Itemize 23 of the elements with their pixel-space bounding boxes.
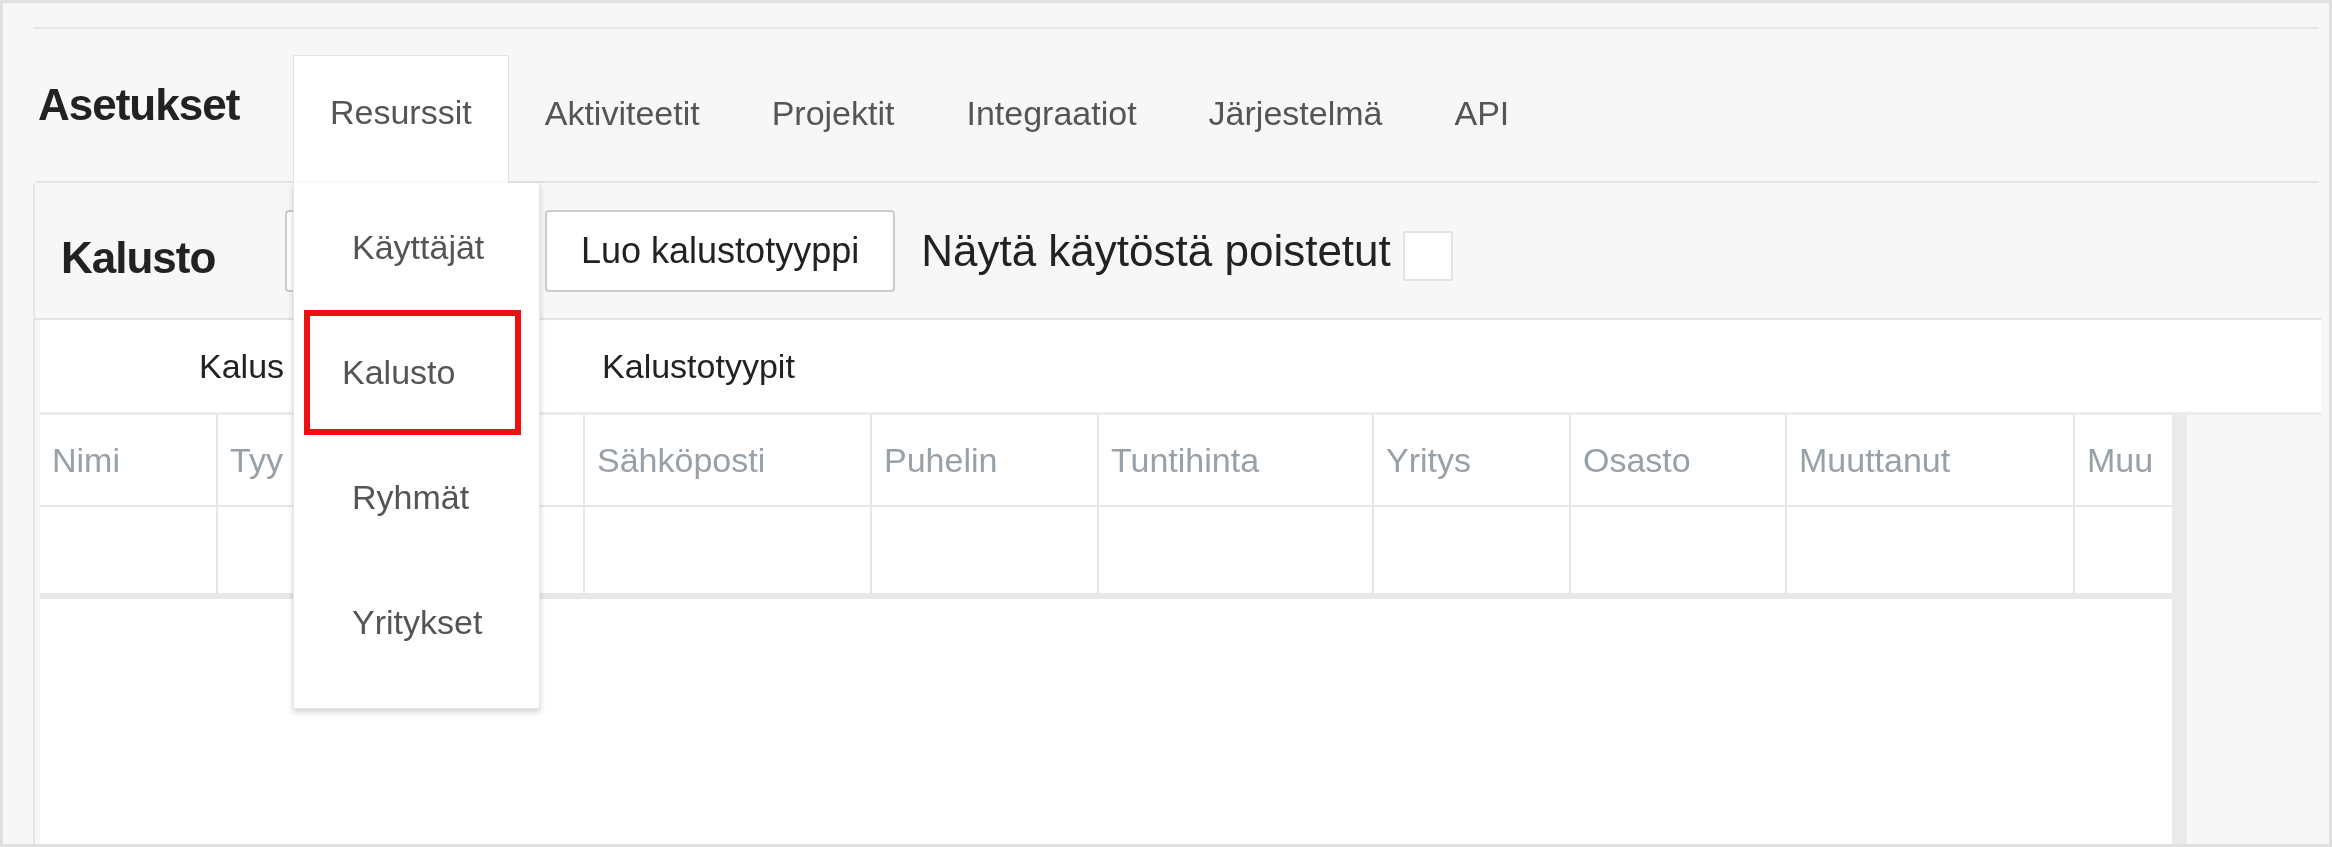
column-header: Sähköposti	[585, 415, 872, 505]
checkbox-label: Näytä käytöstä poistetut	[921, 226, 1391, 276]
checkbox[interactable]	[1402, 231, 1453, 281]
column-header: Osasto	[1571, 415, 1787, 505]
tab[interactable]: API	[1418, 57, 1546, 183]
tab[interactable]: Integraatiot	[930, 57, 1173, 183]
column-header: Muuttanut	[1787, 415, 2075, 505]
column-header: Muu	[2086, 439, 2155, 481]
menu-item[interactable]: Kalusto	[304, 310, 521, 435]
sub-tab[interactable]: Kalus	[199, 346, 285, 386]
page-title: Asetukset	[38, 80, 241, 130]
sub-tab[interactable]: Kalustotyypit	[602, 346, 795, 386]
column-header: Nimi	[40, 415, 218, 505]
scrollbar[interactable]	[2172, 415, 2187, 844]
create-button[interactable]: Luo kalustotyyppi	[545, 210, 896, 292]
column-header: Puhelin	[872, 415, 1099, 505]
panel-title: Kalusto	[61, 232, 217, 283]
tab[interactable]: Aktiviteetit	[508, 57, 736, 183]
column-header: Tuntihinta	[1099, 415, 1374, 505]
column-header: Yritys	[1374, 415, 1571, 505]
tab[interactable]: Projektit	[735, 57, 931, 183]
tab[interactable]: Järjestelmä	[1172, 57, 1419, 183]
tab[interactable]: Resurssit	[293, 55, 509, 183]
